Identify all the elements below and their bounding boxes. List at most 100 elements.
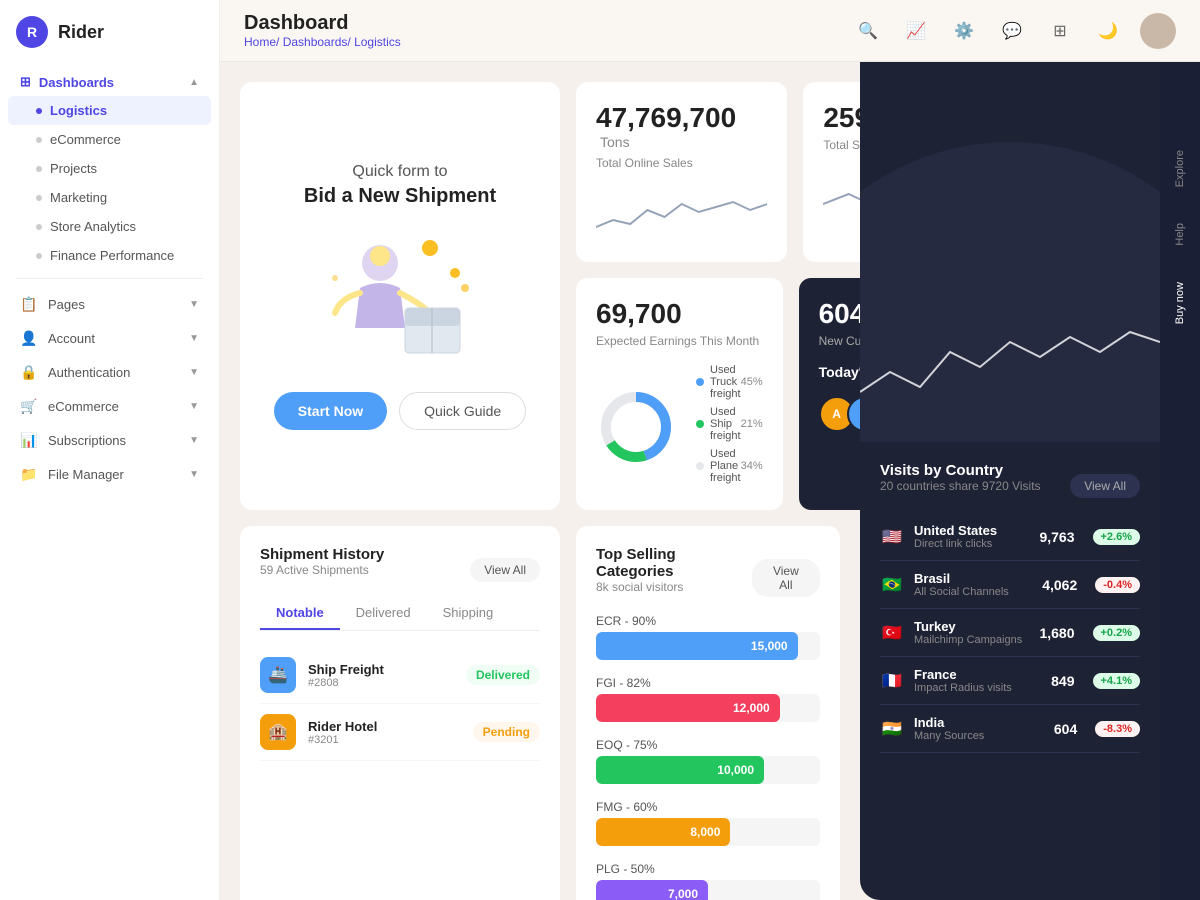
settings-icon[interactable]: ⚙️ (948, 15, 980, 47)
selling-view-all-button[interactable]: View All (752, 559, 820, 597)
search-icon[interactable]: 🔍 (852, 15, 884, 47)
quick-guide-button[interactable]: Quick Guide (399, 392, 526, 430)
earnings-card: 69,700 Expected Earnings This Month (576, 278, 783, 510)
bar-track: 8,000 (596, 818, 820, 846)
online-sales-value: 47,769,700 Tons (596, 102, 767, 152)
sidebar-item-ecommerce-nav[interactable]: 🛒 eCommerce ▼ (8, 389, 211, 423)
dashboards-group[interactable]: ⊞ Dashboards ▲ (8, 68, 211, 96)
sidebar-divider (16, 278, 203, 279)
sidebar-item-finance[interactable]: Finance Performance (8, 241, 211, 270)
shipment-subtitle: 59 Active Shipments (260, 563, 384, 577)
stats-row-bottom: 69,700 Expected Earnings This Month (576, 278, 860, 510)
sidebar-dot (36, 137, 42, 143)
grid-icon[interactable]: ⊞ (1044, 15, 1076, 47)
header-right: 🔍 📈 ⚙️ 💬 ⊞ 🌙 (852, 13, 1176, 49)
bid-card: Quick form to Bid a New Shipment (240, 82, 560, 510)
subscriptions-icon: 📊 (20, 431, 38, 449)
selling-subtitle: 8k social visitors (596, 580, 752, 594)
ecommerce-icon: 🛒 (20, 397, 38, 415)
dark-chart-area (860, 302, 1160, 442)
start-now-button[interactable]: Start Now (274, 392, 387, 430)
chart-icon[interactable]: 📈 (900, 15, 932, 47)
heroes-title: Today's Heroes (819, 364, 860, 380)
sidebar-item-account[interactable]: 👤 Account ▼ (8, 321, 211, 355)
customers-label: New Customers This Month (819, 334, 860, 348)
ship-info: Ship Freight #2808 (308, 662, 454, 689)
header: Dashboard Home/ Dashboards/ Logistics 🔍 … (220, 0, 1200, 62)
tab-shipping[interactable]: Shipping (427, 597, 510, 630)
sidebar-item-ecommerce[interactable]: eCommerce (8, 125, 211, 154)
tab-notable[interactable]: Notable (260, 597, 340, 630)
account-chevron-icon: ▼ (189, 333, 199, 344)
heroes-avatars: A S S P P +2 (819, 396, 860, 432)
tab-delivered[interactable]: Delivered (340, 597, 427, 630)
side-tabs: Explore Help Buy now (1160, 62, 1200, 900)
shipment-view-all-button[interactable]: View All (470, 558, 540, 582)
bar-fill: 8,000 (596, 818, 730, 846)
messages-icon[interactable]: 💬 (996, 15, 1028, 47)
india-flag: 🇮🇳 (880, 720, 904, 738)
india-change: -8.3% (1095, 721, 1140, 737)
side-tab-buynow[interactable]: Buy now (1170, 274, 1190, 332)
sidebar: R Rider ⊞ Dashboards ▲ Logistics eCommer… (0, 0, 220, 900)
scrollable-content: Quick form to Bid a New Shipment (220, 62, 860, 900)
us-info: United States Direct link clicks (914, 523, 1029, 550)
country-title: Visits by Country (880, 462, 1041, 479)
bottom-row: Shipment History 59 Active Shipments Vie… (240, 526, 840, 900)
sidebar-item-projects[interactable]: Projects (8, 154, 211, 183)
sidebar-item-subscriptions[interactable]: 📊 Subscriptions ▼ (8, 423, 211, 457)
sidebar-dot (36, 253, 42, 259)
bar-item-plg: PLG - 50% 7,000 (596, 862, 820, 900)
sidebar-item-marketing[interactable]: Marketing (8, 183, 211, 212)
sidebar-item-store-analytics[interactable]: Store Analytics (8, 212, 211, 241)
breadcrumb: Home/ Dashboards/ Logistics (244, 35, 401, 49)
us-change: +2.6% (1093, 529, 1141, 545)
auth-icon: 🔒 (20, 363, 38, 381)
legend-ship: Used Ship freight 21% (696, 406, 763, 442)
darkmode-icon[interactable]: 🌙 (1092, 15, 1124, 47)
sidebar-item-logistics[interactable]: Logistics (8, 96, 211, 125)
shipments-chart (823, 164, 860, 224)
stats-panel: 47,769,700 Tons Total Online Sales (576, 82, 860, 510)
france-info: France Impact Radius visits (914, 667, 1041, 694)
country-item-india: 🇮🇳 India Many Sources 604 -8.3% (880, 705, 1140, 753)
country-view-all-button[interactable]: View All (1070, 474, 1140, 498)
bar-fill: 15,000 (596, 632, 798, 660)
country-item-turkey: 🇹🇷 Turkey Mailchimp Campaigns 1,680 +0.2… (880, 609, 1140, 657)
bar-item-ecr: ECR - 90% 15,000 (596, 614, 820, 660)
shipment-header: Shipment History 59 Active Shipments Vie… (260, 546, 540, 593)
right-dark-panel: Visits by Country 20 countries share 972… (860, 62, 1160, 900)
shipment-tabs: Notable Delivered Shipping (260, 597, 540, 631)
earnings-value: 69,700 (596, 298, 763, 330)
country-subtitle: 20 countries share 9720 Visits (880, 479, 1041, 493)
dashboards-chevron-icon: ▲ (189, 77, 199, 88)
account-icon: 👤 (20, 329, 38, 347)
brasil-info: Brasil All Social Channels (914, 571, 1032, 598)
ship-id: #2808 (308, 677, 454, 689)
side-tab-help[interactable]: Help (1170, 215, 1190, 254)
sidebar-item-authentication[interactable]: 🔒 Authentication ▼ (8, 355, 211, 389)
india-info: India Many Sources (914, 715, 1044, 742)
donut-container: Used Truck freight 45% Used Ship freight… (596, 364, 763, 490)
country-item-us: 🇺🇸 United States Direct link clicks 9,76… (880, 513, 1140, 561)
shipments-value: 259,786 (823, 102, 860, 134)
logo[interactable]: R Rider (0, 16, 219, 68)
customers-value: 604 (819, 298, 860, 330)
ship-icon: 🚢 (260, 657, 296, 693)
legend-plane: Used Plane freight 34% (696, 448, 763, 484)
donut-chart (596, 387, 676, 467)
ship-info-2: Rider Hotel #3201 (308, 719, 461, 746)
brasil-flag: 🇧🇷 (880, 576, 904, 594)
sidebar-item-filemanager[interactable]: 📁 File Manager ▼ (8, 457, 211, 491)
earnings-label: Expected Earnings This Month (596, 334, 763, 348)
side-tab-explore[interactable]: Explore (1170, 142, 1190, 195)
pages-icon: 📋 (20, 295, 38, 313)
sidebar-item-pages[interactable]: 📋 Pages ▼ (8, 287, 211, 321)
selling-header: Top Selling Categories 8k social visitor… (596, 546, 820, 610)
bar-track: 7,000 (596, 880, 820, 900)
avatar[interactable] (1140, 13, 1176, 49)
turkey-info: Turkey Mailchimp Campaigns (914, 619, 1029, 646)
ecommerce-chevron-icon: ▼ (189, 401, 199, 412)
france-flag: 🇫🇷 (880, 672, 904, 690)
country-item-brasil: 🇧🇷 Brasil All Social Channels 4,062 -0.4… (880, 561, 1140, 609)
